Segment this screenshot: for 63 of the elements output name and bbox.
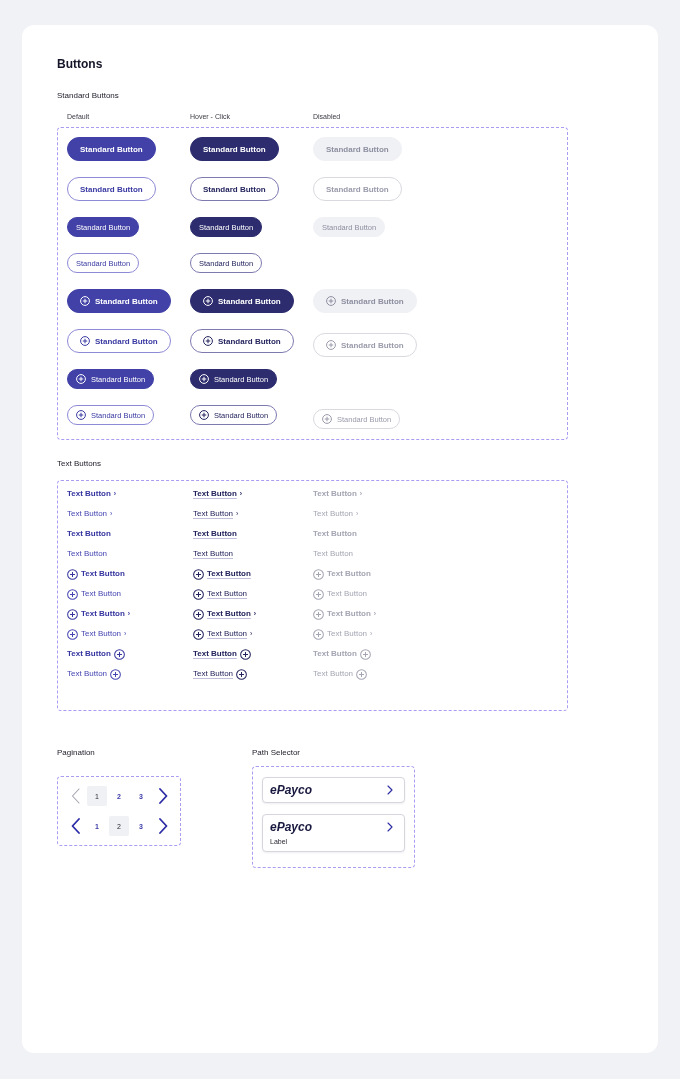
text-button[interactable]: Text Button: [193, 648, 251, 660]
standard-button[interactable]: Standard Button: [67, 289, 171, 313]
section-title: Path Selector: [252, 748, 301, 758]
plus-circle-icon: [193, 628, 204, 640]
chevron-right-icon: [158, 788, 168, 804]
text-button[interactable]: Text Button: [67, 588, 122, 600]
plus-circle-icon: [199, 374, 209, 384]
plus-circle-icon: [113, 648, 125, 660]
text-button[interactable]: Text Button: [193, 548, 234, 560]
plus-circle-icon: [80, 336, 90, 346]
standard-button[interactable]: Standard Button: [67, 329, 171, 353]
text-button[interactable]: Text Button: [67, 668, 122, 680]
plus-circle-icon: [193, 588, 204, 600]
text-button[interactable]: Text Button: [193, 668, 248, 680]
text-button[interactable]: Text Button: [67, 568, 125, 580]
text-button[interactable]: Text Button: [193, 528, 237, 540]
logo-text: ePayco: [270, 783, 313, 797]
plus-circle-icon: [76, 410, 86, 420]
plus-circle-icon: [322, 414, 332, 424]
chevron-left-icon: [70, 788, 80, 804]
standard-button[interactable]: Standard Button: [67, 137, 156, 161]
plus-circle-icon: [313, 608, 324, 620]
standard-button[interactable]: Standard Button: [190, 137, 279, 161]
plus-circle-icon: [76, 374, 86, 384]
plus-circle-icon: [67, 588, 78, 600]
plus-circle-icon: [193, 568, 204, 580]
plus-circle-icon: [313, 628, 324, 640]
page-title: Buttons: [57, 57, 103, 71]
logo-text: ePayco: [270, 820, 313, 834]
standard-button[interactable]: Standard Button: [190, 177, 279, 201]
standard-button[interactable]: Standard Button: [67, 177, 156, 201]
plus-circle-icon: [67, 628, 78, 640]
plus-circle-icon: [67, 608, 78, 620]
plus-circle-icon: [359, 648, 371, 660]
plus-circle-icon: [67, 568, 78, 580]
section-title: Text Buttons: [57, 459, 102, 469]
plus-circle-icon: [326, 340, 336, 350]
chevron-right-icon: [387, 822, 393, 832]
text-button[interactable]: Text Button: [193, 568, 251, 580]
chevron-right-icon: [387, 785, 393, 795]
plus-circle-icon: [236, 668, 248, 680]
plus-circle-icon: [313, 588, 324, 600]
plus-circle-icon: [203, 336, 213, 346]
section-title: Pagination: [57, 748, 95, 758]
path-option-card[interactable]: ePayco: [262, 777, 405, 803]
plus-circle-icon: [110, 668, 122, 680]
plus-circle-icon: [326, 296, 336, 306]
plus-circle-icon: [239, 648, 251, 660]
section-title: Standard Buttons: [57, 91, 119, 101]
text-button[interactable]: Text Button: [67, 648, 125, 660]
plus-circle-icon: [199, 410, 209, 420]
plus-circle-icon: [193, 608, 204, 620]
plus-circle-icon: [313, 568, 324, 580]
chevron-right-icon: [158, 818, 168, 834]
plus-circle-icon: [80, 296, 90, 306]
text-button[interactable]: Text Button: [193, 588, 248, 600]
text-button[interactable]: Text Button: [67, 548, 108, 560]
text-button[interactable]: Text Button: [67, 528, 111, 540]
plus-circle-icon: [356, 668, 368, 680]
plus-circle-icon: [203, 296, 213, 306]
standard-button[interactable]: Standard Button: [190, 329, 294, 353]
chevron-left-icon: [70, 818, 80, 834]
standard-button[interactable]: Standard Button: [190, 289, 294, 313]
